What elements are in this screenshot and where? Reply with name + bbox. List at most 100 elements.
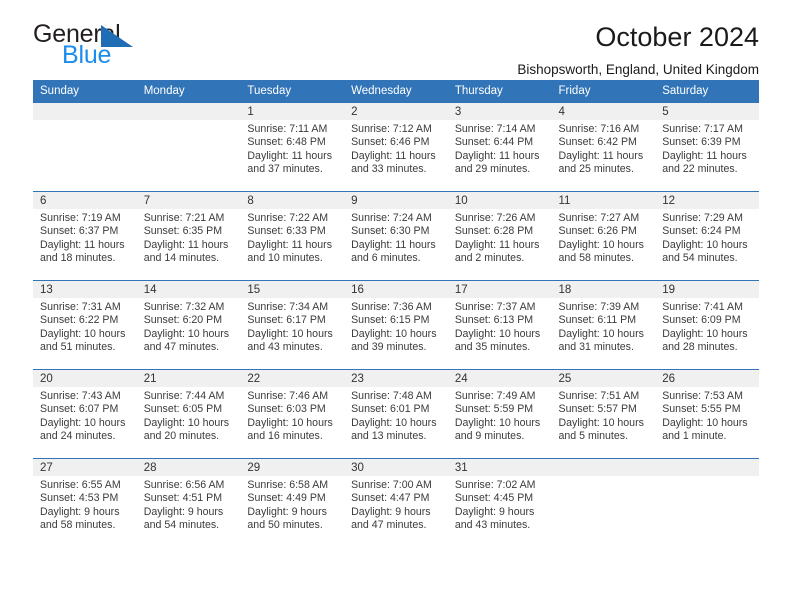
calendar-day-cell[interactable]: 27 Sunrise: 6:55 AM Sunset: 4:53 PM Dayligh… xyxy=(33,458,137,548)
calendar-week-row: 13 Sunrise: 7:31 AM Sunset: 6:22 PM Dayligh… xyxy=(33,280,759,370)
day-details: Sunrise: 7:24 AM Sunset: 6:30 PM Daylight:… xyxy=(344,209,448,265)
day-sunrise-text: Sunrise: 7:19 AM xyxy=(40,212,121,224)
day-sunset-text: Sunset: 4:47 PM xyxy=(351,492,430,505)
day-number xyxy=(551,459,656,476)
day-details: Sunrise: 7:22 AM Sunset: 6:33 PM Daylight:… xyxy=(240,209,344,265)
day-details: Sunrise: 7:14 AM Sunset: 6:44 PM Daylight:… xyxy=(448,120,552,176)
calendar-day-cell[interactable]: 10 Sunrise: 7:26 AM Sunset: 6:28 PM Dayligh… xyxy=(447,191,552,281)
day-number: 4 xyxy=(551,103,656,120)
calendar-day-cell[interactable]: 18 Sunrise: 7:39 AM Sunset: 6:11 PM Dayligh… xyxy=(551,280,656,370)
day-number: 18 xyxy=(551,281,656,298)
calendar-day-cell[interactable]: 8 Sunrise: 7:22 AM Sunset: 6:33 PM Daylight… xyxy=(240,191,345,281)
day-sunset-text: Sunset: 6:24 PM xyxy=(662,225,741,238)
calendar-day-cell[interactable]: 28 Sunrise: 6:56 AM Sunset: 4:51 PM Dayligh… xyxy=(136,458,241,548)
day-daylight-line-text: Daylight: 10 hours xyxy=(662,327,748,340)
day-daylight-line-text: and 51 minutes. xyxy=(40,340,116,353)
calendar-day-cell[interactable]: 30 Sunrise: 7:00 AM Sunset: 4:47 PM Dayligh… xyxy=(344,458,448,548)
day-details: Sunrise: 7:31 AM Sunset: 6:22 PM Daylight:… xyxy=(33,298,137,354)
calendar-day-cell[interactable]: 22 Sunrise: 7:46 AM Sunset: 6:03 PM Dayligh… xyxy=(240,369,345,459)
day-sunset-text: Sunset: 6:44 PM xyxy=(454,136,534,149)
calendar-day-cell[interactable]: 6 Sunrise: 7:19 AM Sunset: 6:37 PM Daylight… xyxy=(33,191,137,281)
day-details: Sunrise: 7:19 AM Sunset: 6:37 PM Daylight:… xyxy=(33,209,137,265)
calendar-day-cell[interactable]: 9 Sunrise: 7:24 AM Sunset: 6:30 PM Daylight… xyxy=(344,191,448,281)
calendar-day-cell[interactable]: 12 Sunrise: 7:29 AM Sunset: 6:24 PM Dayligh… xyxy=(655,191,759,281)
day-sunrise-text: Sunrise: 7:11 AM xyxy=(247,123,328,135)
day-sunset-text: Sunset: 4:51 PM xyxy=(143,492,223,505)
calendar-week-row: 27 Sunrise: 6:55 AM Sunset: 4:53 PM Dayligh… xyxy=(33,458,759,548)
day-daylight-line-text: Daylight: 9 hours xyxy=(247,505,327,518)
calendar-day-cell[interactable]: 26 Sunrise: 7:53 AM Sunset: 5:55 PM Dayligh… xyxy=(655,369,759,459)
day-number: 1 xyxy=(240,103,345,120)
day-details: Sunrise: 7:44 AM Sunset: 6:05 PM Daylight:… xyxy=(137,387,241,443)
triangle-icon xyxy=(101,25,133,47)
calendar-day-cell[interactable]: 31 Sunrise: 7:02 AM Sunset: 4:45 PM Dayligh… xyxy=(447,458,552,548)
day-sunset-text: Sunset: 6:03 PM xyxy=(247,403,326,416)
calendar-day-cell[interactable]: 24 Sunrise: 7:49 AM Sunset: 5:59 PM Dayligh… xyxy=(447,369,552,459)
day-number xyxy=(33,103,137,120)
day-daylight-line-text: Daylight: 10 hours xyxy=(40,327,126,340)
day-sunset-text: Sunset: 4:53 PM xyxy=(40,492,119,505)
day-details: Sunrise: 7:51 AM Sunset: 5:57 PM Daylight:… xyxy=(552,387,656,443)
day-sunset-text: Sunset: 6:05 PM xyxy=(143,403,223,416)
day-daylight-line-text: and 13 minutes. xyxy=(351,429,427,442)
day-daylight-line-text: Daylight: 11 hours xyxy=(454,149,540,162)
day-number: 15 xyxy=(240,281,345,298)
day-daylight-line-text: and 9 minutes. xyxy=(454,429,525,442)
day-daylight-line-text: Daylight: 11 hours xyxy=(454,238,540,251)
calendar-day-cell[interactable]: 2 Sunrise: 7:12 AM Sunset: 6:46 PM Daylight… xyxy=(344,102,448,192)
day-daylight-line-text: and 43 minutes. xyxy=(454,518,531,531)
day-sunset-text: Sunset: 6:33 PM xyxy=(247,225,326,238)
calendar-day-cell[interactable]: 14 Sunrise: 7:32 AM Sunset: 6:20 PM Dayligh… xyxy=(136,280,241,370)
weekday-header-saturday: Saturday xyxy=(655,80,759,103)
day-sunrise-text: Sunrise: 7:22 AM xyxy=(247,212,329,224)
day-number: 12 xyxy=(655,192,759,209)
calendar-day-cell[interactable]: 21 Sunrise: 7:44 AM Sunset: 6:05 PM Dayligh… xyxy=(136,369,241,459)
day-number: 20 xyxy=(33,370,137,387)
calendar-day-cell[interactable]: 25 Sunrise: 7:51 AM Sunset: 5:57 PM Dayligh… xyxy=(551,369,656,459)
day-daylight-line-text: Daylight: 10 hours xyxy=(558,238,644,251)
day-details: Sunrise: 7:12 AM Sunset: 6:46 PM Daylight:… xyxy=(344,120,448,176)
day-sunrise-text: Sunrise: 7:43 AM xyxy=(40,390,121,402)
day-daylight-line-text: Daylight: 10 hours xyxy=(454,416,541,429)
day-number: 23 xyxy=(344,370,448,387)
calendar-day-cell[interactable]: 29 Sunrise: 6:58 AM Sunset: 4:49 PM Dayligh… xyxy=(240,458,345,548)
day-daylight-line-text: and 18 minutes. xyxy=(40,251,116,264)
day-sunrise-text: Sunrise: 7:02 AM xyxy=(454,479,536,491)
day-daylight-line-text: and 47 minutes. xyxy=(143,340,220,353)
calendar-day-cell[interactable]: 3 Sunrise: 7:14 AM Sunset: 6:44 PM Daylight… xyxy=(447,102,552,192)
day-details: Sunrise: 7:49 AM Sunset: 5:59 PM Daylight:… xyxy=(448,387,552,443)
day-sunrise-text: Sunrise: 7:48 AM xyxy=(351,390,432,402)
day-number: 7 xyxy=(136,192,241,209)
calendar-day-cell[interactable]: 23 Sunrise: 7:48 AM Sunset: 6:01 PM Dayligh… xyxy=(344,369,448,459)
calendar-day-cell[interactable]: 11 Sunrise: 7:27 AM Sunset: 6:26 PM Dayligh… xyxy=(551,191,656,281)
day-sunset-text: Sunset: 6:48 PM xyxy=(247,136,326,149)
calendar-day-cell[interactable]: 13 Sunrise: 7:31 AM Sunset: 6:22 PM Dayligh… xyxy=(33,280,137,370)
day-sunset-text: Sunset: 5:59 PM xyxy=(454,403,534,416)
calendar-day-cell[interactable]: 7 Sunrise: 7:21 AM Sunset: 6:35 PM Daylight… xyxy=(136,191,241,281)
calendar-day-cell[interactable]: 4 Sunrise: 7:16 AM Sunset: 6:42 PM Daylight… xyxy=(551,102,656,192)
day-daylight-line-text: Daylight: 11 hours xyxy=(143,238,229,251)
calendar-day-cell[interactable]: 1 Sunrise: 7:11 AM Sunset: 6:48 PM Daylight… xyxy=(240,102,345,192)
weekday-header-sunday: Sunday xyxy=(33,80,137,103)
calendar-day-cell-empty xyxy=(655,458,759,548)
day-daylight-line-text: and 58 minutes. xyxy=(40,518,116,531)
day-number: 29 xyxy=(240,459,345,476)
day-daylight-line-text: Daylight: 9 hours xyxy=(454,505,535,518)
calendar-day-cell[interactable]: 5 Sunrise: 7:17 AM Sunset: 6:39 PM Daylight… xyxy=(655,102,759,192)
day-daylight-line-text: Daylight: 11 hours xyxy=(662,149,747,162)
day-details: Sunrise: 7:43 AM Sunset: 6:07 PM Daylight:… xyxy=(33,387,137,443)
calendar-day-cell[interactable]: 15 Sunrise: 7:34 AM Sunset: 6:17 PM Dayligh… xyxy=(240,280,345,370)
day-sunset-text: Sunset: 6:46 PM xyxy=(351,136,430,149)
calendar-page: General Blue October 2024 Bishopsworth, … xyxy=(0,0,792,612)
day-sunset-text: Sunset: 5:55 PM xyxy=(662,403,741,416)
calendar-day-cell[interactable]: 17 Sunrise: 7:37 AM Sunset: 6:13 PM Dayligh… xyxy=(447,280,552,370)
calendar-day-cell[interactable]: 20 Sunrise: 7:43 AM Sunset: 6:07 PM Dayligh… xyxy=(33,369,137,459)
day-sunrise-text: Sunrise: 7:46 AM xyxy=(247,390,329,402)
day-details: Sunrise: 7:17 AM Sunset: 6:39 PM Daylight:… xyxy=(655,120,759,176)
day-number: 9 xyxy=(344,192,448,209)
calendar-day-cell[interactable]: 19 Sunrise: 7:41 AM Sunset: 6:09 PM Dayligh… xyxy=(655,280,759,370)
calendar-day-cell[interactable]: 16 Sunrise: 7:36 AM Sunset: 6:15 PM Dayligh… xyxy=(344,280,448,370)
day-details: Sunrise: 7:00 AM Sunset: 4:47 PM Daylight:… xyxy=(344,476,448,532)
day-daylight-line-text: and 43 minutes. xyxy=(247,340,323,353)
day-daylight-line-text: and 2 minutes. xyxy=(454,251,525,264)
